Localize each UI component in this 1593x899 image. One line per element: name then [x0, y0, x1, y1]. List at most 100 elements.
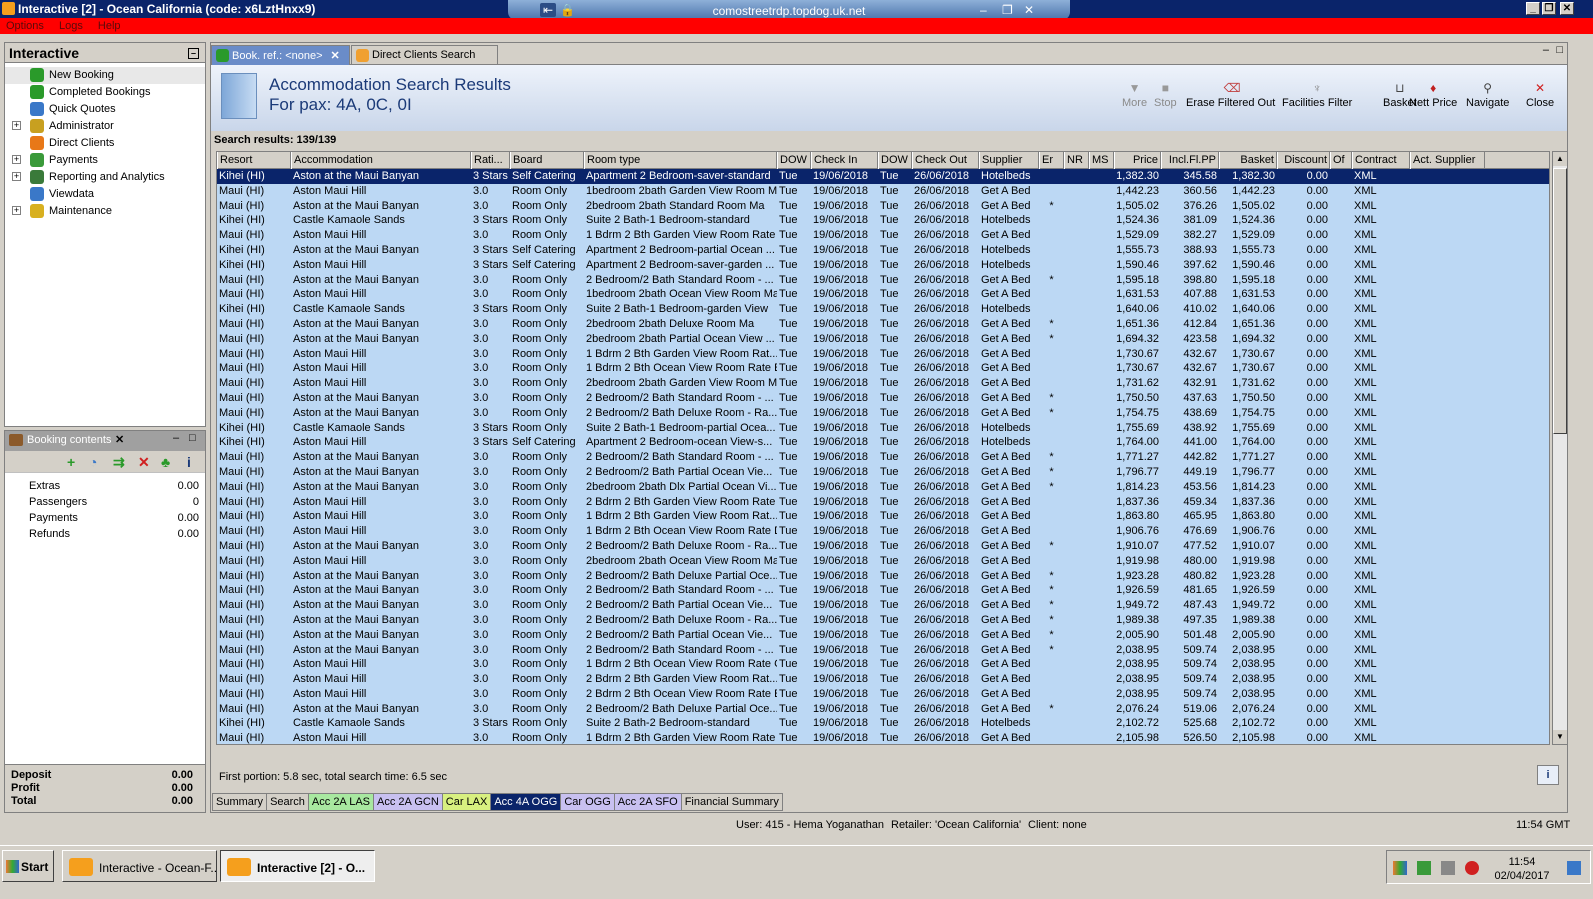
column-header[interactable]: Room type — [584, 152, 777, 169]
table-row[interactable]: Maui (HI) Aston at the Maui Banyan 3.0 Room… — [217, 405, 1549, 421]
column-header[interactable]: Er — [1039, 152, 1064, 169]
bottom-tab[interactable]: Summary — [212, 793, 268, 811]
network-icon[interactable] — [1441, 861, 1455, 875]
start-button[interactable]: Start — [2, 850, 54, 882]
column-header[interactable]: Check Out — [912, 152, 979, 169]
scroll-thumb[interactable] — [1553, 168, 1567, 434]
column-header[interactable]: Act. Supplier — [1410, 152, 1485, 169]
table-row[interactable]: Maui (HI) Aston at the Maui Banyan 3.0 Room… — [217, 331, 1549, 347]
bottom-tab[interactable]: Financial Summary — [680, 793, 783, 811]
table-row[interactable]: Maui (HI) Aston at the Maui Banyan 3.0 Room… — [217, 479, 1549, 495]
bottom-tab[interactable]: Search — [266, 793, 309, 811]
table-row[interactable]: Maui (HI) Aston Maui Hill 3.0 Room Only 1 Bd… — [217, 657, 1549, 673]
close-tab-icon[interactable]: ✕ — [331, 50, 340, 62]
erase-filtered-out-button[interactable]: ⌫ Erase Filtered Out — [1186, 81, 1275, 109]
close-button[interactable]: ✕ — [1560, 2, 1574, 15]
table-row[interactable]: Maui (HI) Aston at the Maui Banyan 3.0 Room… — [217, 316, 1549, 332]
bottom-tab[interactable]: Acc 2A GCN — [373, 793, 443, 811]
navigate-button[interactable]: ⚲ Navigate — [1466, 81, 1509, 109]
column-header[interactable]: Basket — [1219, 152, 1277, 169]
nav-item-4[interactable]: Direct Clients — [5, 135, 205, 152]
column-header[interactable]: Discount — [1277, 152, 1330, 169]
facilities-filter-button[interactable]: ♆ Facilities Filter — [1282, 81, 1352, 109]
column-header[interactable]: Board — [510, 152, 584, 169]
scroll-down-icon[interactable]: ▼ — [1553, 730, 1567, 744]
table-row[interactable]: Kihei (HI) Castle Kamaole Sands 3 Stars Roo… — [217, 420, 1549, 436]
nav-item-3[interactable]: + Administrator — [5, 118, 205, 135]
table-row[interactable]: Maui (HI) Aston at the Maui Banyan 3.0 Room… — [217, 612, 1549, 628]
column-header[interactable]: DOW — [878, 152, 912, 169]
windows-flag-icon[interactable] — [1393, 861, 1407, 875]
rdp-close-icon[interactable]: ✕ — [1024, 3, 1034, 17]
tab-direct-clients-search[interactable]: Direct Clients Search — [351, 45, 498, 65]
battery-icon[interactable] — [1417, 861, 1431, 875]
column-header[interactable]: Supplier — [979, 152, 1039, 169]
column-header[interactable]: Resort — [217, 152, 291, 169]
table-row[interactable]: Maui (HI) Aston Maui Hill 3.0 Room Only 1 Bd… — [217, 524, 1549, 539]
table-row[interactable]: Maui (HI) Aston Maui Hill 3.0 Room Only 1 Bd… — [217, 346, 1549, 362]
minimize-button[interactable]: _ — [1526, 2, 1540, 15]
table-row[interactable]: Kihei (HI) Castle Kamaole Sands 3 Stars Roo… — [217, 213, 1549, 229]
table-row[interactable]: Maui (HI) Aston at the Maui Banyan 3.0 Room… — [217, 198, 1549, 214]
tab-book-ref[interactable]: Book. ref.: <none> ✕ — [211, 45, 350, 65]
more-button[interactable]: ▼ More — [1122, 81, 1147, 109]
maximize-icon[interactable]: □ — [189, 432, 196, 444]
table-row[interactable]: Maui (HI) Aston at the Maui Banyan 3.0 Room… — [217, 598, 1549, 613]
column-header[interactable]: Of — [1330, 152, 1352, 169]
table-row[interactable]: Kihei (HI) Aston at the Maui Banyan 3 Star… — [217, 169, 1549, 184]
table-row[interactable]: Maui (HI) Aston at the Maui Banyan 3.0 Room… — [217, 390, 1549, 406]
transfer-icon[interactable]: ⇉ — [113, 454, 125, 471]
bottom-tab[interactable]: Acc 2A SFO — [613, 793, 682, 811]
column-header[interactable]: NR — [1064, 152, 1089, 169]
nav-item-2[interactable]: Quick Quotes — [5, 101, 205, 118]
table-row[interactable]: Maui (HI) Aston Maui Hill 3.0 Room Only 1bed… — [217, 287, 1549, 303]
table-row[interactable]: Maui (HI) Aston Maui Hill 3.0 Room Only 2 Bd… — [217, 494, 1549, 510]
collapse-icon[interactable]: – — [188, 48, 199, 59]
minimize-icon[interactable]: – — [1543, 44, 1549, 56]
column-header[interactable]: Contract — [1352, 152, 1410, 169]
column-header[interactable]: Check In — [811, 152, 878, 169]
table-row[interactable]: Maui (HI) Aston at the Maui Banyan 3.0 Room… — [217, 701, 1549, 717]
clock-icon[interactable]: ◔ — [89, 454, 97, 470]
nett-price-button[interactable]: ♦ Nett Price — [1409, 81, 1457, 109]
table-row[interactable]: Maui (HI) Aston at the Maui Banyan 3.0 Room… — [217, 642, 1549, 658]
column-header[interactable]: Incl.Fl.PP — [1161, 152, 1219, 169]
table-row[interactable]: Maui (HI) Aston Maui Hill 3.0 Room Only 1bed… — [217, 183, 1549, 199]
table-row[interactable]: Maui (HI) Aston Maui Hill 3.0 Room Only 2 Bd… — [217, 686, 1549, 702]
table-row[interactable]: Kihei (HI) Aston Maui Hill 3 Stars Self Cat… — [217, 435, 1549, 451]
table-row[interactable]: Kihei (HI) Aston Maui Hill 3 Stars Self Cat… — [217, 257, 1549, 273]
table-row[interactable]: Maui (HI) Aston Maui Hill 3.0 Room Only 2bed… — [217, 553, 1549, 569]
table-row[interactable]: Maui (HI) Aston Maui Hill 3.0 Room Only 1 Bd… — [217, 228, 1549, 243]
table-row[interactable]: Maui (HI) Aston Maui Hill 3.0 Room Only 1 Bd… — [217, 509, 1549, 525]
volume-icon[interactable] — [1465, 861, 1479, 875]
column-header[interactable]: Rati... — [471, 152, 510, 169]
bottom-tab[interactable]: Car OGG — [560, 793, 615, 811]
grid-scrollbar[interactable]: ▲ ▼ — [1552, 151, 1568, 745]
table-row[interactable]: Maui (HI) Aston at the Maui Banyan 3.0 Room… — [217, 538, 1549, 554]
restore-button[interactable]: ❐ — [1542, 2, 1556, 15]
table-row[interactable]: Maui (HI) Aston at the Maui Banyan 3.0 Room… — [217, 627, 1549, 643]
info-button[interactable]: i — [1537, 765, 1559, 785]
palm-tree-icon[interactable]: ♣ — [161, 454, 170, 470]
task-interactive-1[interactable]: Interactive - Ocean-F... — [62, 850, 217, 882]
add-icon[interactable]: + — [67, 454, 75, 470]
expand-icon[interactable]: + — [12, 155, 21, 164]
table-row[interactable]: Kihei (HI) Castle Kamaole Sands 3 Stars Roo… — [217, 716, 1549, 732]
clock[interactable]: 11:54 02/04/2017 — [1487, 855, 1557, 883]
show-desktop-icon[interactable] — [1567, 861, 1581, 875]
table-row[interactable]: Kihei (HI) Aston at the Maui Banyan 3 Star… — [217, 242, 1549, 258]
expand-icon[interactable]: + — [12, 206, 21, 215]
nav-item-5[interactable]: + Payments — [5, 152, 205, 169]
table-row[interactable]: Maui (HI) Aston at the Maui Banyan 3.0 Room… — [217, 272, 1549, 288]
bottom-tab[interactable]: Acc 2A LAS — [307, 793, 375, 811]
close-button[interactable]: ✕ Close — [1526, 81, 1554, 109]
table-row[interactable]: Maui (HI) Aston at the Maui Banyan 3.0 Room… — [217, 583, 1549, 599]
table-row[interactable]: Maui (HI) Aston at the Maui Banyan 3.0 Room… — [217, 568, 1549, 584]
bottom-tab[interactable]: Acc 4A OGG — [490, 793, 562, 811]
close-icon[interactable]: ✕ — [115, 433, 124, 446]
minimize-icon[interactable]: – — [173, 432, 179, 444]
table-row[interactable]: Maui (HI) Aston Maui Hill 3.0 Room Only 1 Bd… — [217, 361, 1549, 377]
table-row[interactable]: Maui (HI) Aston Maui Hill 3.0 Room Only 2 Bd… — [217, 672, 1549, 687]
delete-icon[interactable]: ✕ — [138, 454, 150, 471]
nav-item-8[interactable]: + Maintenance — [5, 203, 205, 220]
